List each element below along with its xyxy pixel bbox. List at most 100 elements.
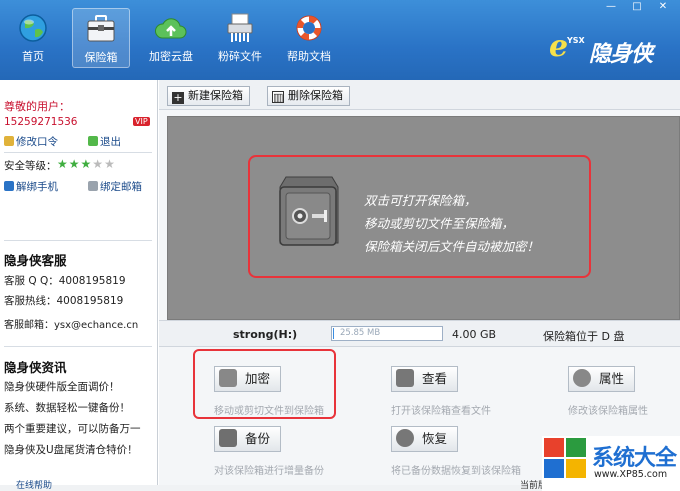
globe-icon (15, 12, 51, 44)
properties-button[interactable]: 属性 (568, 366, 636, 392)
tab-help-docs-label: 帮助文档 (287, 50, 331, 63)
security-level-label: 安全等级： (4, 160, 57, 172)
service-qq: 客服 Q Q：4008195819 (4, 275, 126, 287)
news-item[interactable]: 系统、数据轻松一键备份！ (4, 400, 130, 415)
main-panel: + 新建保险箱 ▥ 删除保险箱 双击可打开保险箱， 移动或剪切文件至保险箱， 保险箱… (159, 80, 680, 491)
unbind-phone-label: 解绑手机 (16, 181, 58, 193)
key-icon (4, 136, 14, 146)
service-title: 隐身侠客服 (4, 253, 67, 268)
tab-shred-file-label: 粉碎文件 (218, 50, 262, 63)
lifebuoy-icon (291, 12, 327, 44)
windows-logo-icon (544, 438, 588, 480)
backup-icon (219, 429, 237, 447)
pie-chart-icon (573, 369, 591, 387)
tab-home-label: 首页 (22, 50, 44, 63)
backup-desc: 对该保险箱进行增量备份 (214, 466, 324, 477)
tab-safe-box-label: 保险箱 (84, 51, 118, 64)
change-password-label: 修改口令 (16, 136, 58, 148)
usage-used: 25.85 MB (340, 328, 381, 338)
star-icon: ★ (80, 157, 93, 171)
divider (4, 152, 152, 153)
new-safe-label: 新建保险箱 (188, 89, 243, 102)
safe-drive-name: strong(H:) (233, 328, 298, 341)
vip-badge: VIP (133, 117, 150, 126)
restore-button[interactable]: 恢复 (391, 426, 459, 452)
tab-home[interactable]: 首页 (4, 8, 62, 68)
hint-line: 保险箱关闭后文件自动被加密！ (364, 239, 540, 254)
unbind-phone-link[interactable]: 解绑手机 (4, 179, 58, 194)
news-title: 隐身侠资讯 (4, 360, 67, 375)
tab-shred-file[interactable]: 粉碎文件 (211, 8, 269, 68)
backup-label: 备份 (245, 431, 271, 446)
user-id: 15259271536 (4, 116, 78, 128)
backup-button[interactable]: 备份 (214, 426, 282, 452)
safe-box-icon[interactable] (276, 173, 342, 253)
star-icon: ★ (68, 157, 81, 171)
user-greeting: 尊敬的用户： (4, 100, 70, 113)
unlock-icon (88, 136, 98, 146)
logo-brand: 隐身侠 (589, 42, 653, 67)
safe-list-area[interactable]: 双击可打开保险箱， 移动或剪切文件至保险箱， 保险箱关闭后文件自动被加密！ (167, 116, 680, 320)
tab-safe-box[interactable]: 保险箱 (72, 8, 130, 68)
tab-help-docs[interactable]: 帮助文档 (280, 8, 338, 68)
divider (4, 240, 152, 241)
news-item[interactable]: 隐身侠硬件版全面调价！ (4, 379, 120, 394)
hint-line: 移动或剪切文件至保险箱， (364, 216, 515, 231)
bind-email-label: 绑定邮箱 (100, 181, 142, 193)
divider (4, 346, 152, 347)
sidebar: 尊敬的用户： 15259271536 VIP 修改口令 退出 安全等级： ★★★… (0, 80, 158, 491)
security-stars: ★★★★★ (57, 157, 116, 171)
logout-link[interactable]: 退出 (88, 134, 121, 149)
monitor-icon (396, 369, 414, 387)
star-icon: ★ (104, 157, 116, 171)
online-help-link[interactable]: 在线帮助 (16, 482, 52, 491)
delete-safe-button[interactable]: ▥ 删除保险箱 (267, 86, 350, 106)
hint-line: 双击可打开保险箱， (364, 193, 477, 208)
storage-bar: strong(H:) 25.85 MB 4.00 GB 保险箱位于 D 盘 (159, 320, 680, 347)
view-label: 查看 (422, 371, 448, 386)
plus-icon: + (172, 91, 184, 104)
shredder-icon (222, 12, 258, 44)
logout-label: 退出 (100, 136, 121, 148)
news-item[interactable]: 隐身侠及U盘尾货清仓特价！ (4, 442, 138, 457)
safe-location: 保险箱位于 D 盘 (543, 330, 625, 343)
properties-label: 属性 (599, 371, 625, 386)
star-icon: ★ (92, 157, 105, 171)
service-hotline: 客服热线：4008195819 (4, 295, 124, 307)
view-button[interactable]: 查看 (391, 366, 459, 392)
site-watermark: 系统大全 www.XP85.com (542, 436, 680, 491)
safe-hint-highlight: 双击可打开保险箱， 移动或剪切文件至保险箱， 保险箱关闭后文件自动被加密！ (248, 155, 591, 278)
restore-label: 恢复 (422, 431, 448, 446)
brand-logo: e YSX 隐身侠 (549, 29, 679, 68)
usage-progress-fill (333, 328, 335, 339)
view-desc: 打开该保险箱查看文件 (391, 406, 491, 417)
top-toolbar: — □ ✕ 首页 保险箱 加密云盘 粉碎文件 帮助文档 e YSX 隐身侠 (0, 0, 680, 80)
action-bar: + 新建保险箱 ▥ 删除保险箱 (159, 80, 680, 110)
restore-icon (396, 429, 414, 447)
mail-icon (88, 181, 98, 191)
logo-ysx: YSX (567, 36, 585, 45)
tab-encrypted-cloud-label: 加密云盘 (149, 50, 193, 63)
properties-desc: 修改该保险箱属性 (568, 406, 648, 417)
briefcase-icon (83, 13, 119, 45)
trash-icon: ▥ (272, 91, 284, 104)
tab-encrypted-cloud[interactable]: 加密云盘 (142, 8, 200, 68)
maximize-button[interactable]: □ (626, 0, 648, 14)
news-item[interactable]: 两个重要建议，可以防备万一 (4, 421, 141, 436)
usage-capacity: 4.00 GB (452, 328, 497, 341)
bind-email-link[interactable]: 绑定邮箱 (88, 179, 142, 194)
service-email: 客服邮箱：ysx@echance.cn (4, 320, 139, 331)
watermark-title: 系统大全 (592, 446, 677, 471)
encrypt-highlight (193, 349, 336, 419)
restore-desc: 将已备份数据恢复到该保险箱 (391, 466, 521, 477)
cloud-upload-icon (153, 12, 189, 44)
close-button[interactable]: ✕ (652, 0, 674, 14)
delete-safe-label: 删除保险箱 (288, 89, 343, 102)
logo-mark: e (549, 29, 569, 64)
minimize-button[interactable]: — (600, 0, 622, 14)
phone-icon (4, 181, 14, 191)
watermark-url: www.XP85.com (594, 469, 668, 480)
change-password-link[interactable]: 修改口令 (4, 134, 58, 149)
usage-progress: 25.85 MB (331, 326, 443, 341)
new-safe-button[interactable]: + 新建保险箱 (167, 86, 250, 106)
